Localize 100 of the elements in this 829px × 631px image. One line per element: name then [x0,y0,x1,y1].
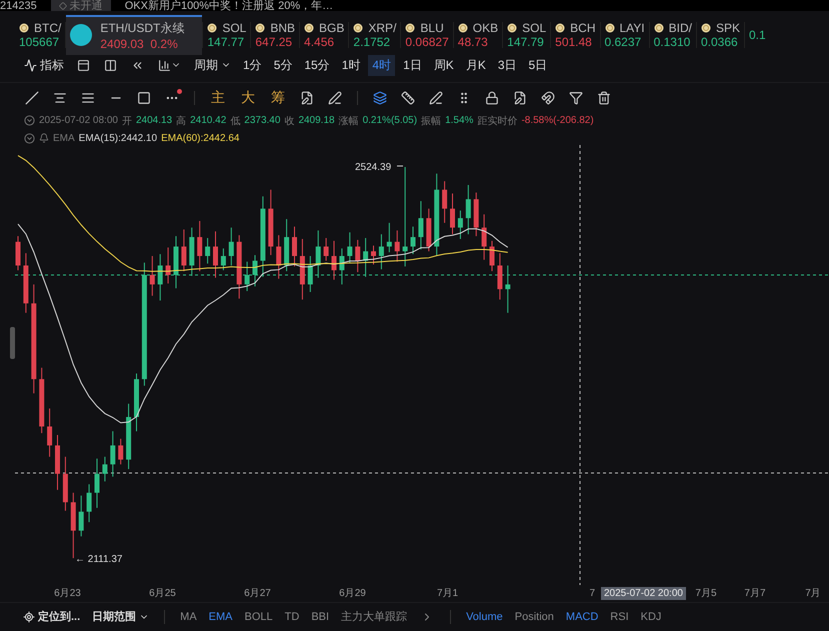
interval-tab[interactable]: 15分 [300,54,334,76]
ema-value: EMA(15):2442.10 [78,132,158,144]
candlestick [308,255,313,292]
candlestick [332,240,336,280]
candlestick [47,408,52,458]
candlestick [197,220,202,272]
candlestick [220,248,226,270]
collapse-icon[interactable] [24,132,35,144]
indicator-tab[interactable]: TD [282,608,302,625]
indicator-tab[interactable]: RSI [607,608,632,625]
candlestick [276,234,282,279]
chart-icon [24,58,37,72]
panel-handle[interactable] [10,326,15,359]
interval-tab[interactable]: 1时 [338,54,364,76]
coin-icon [207,23,218,34]
ticker-tab[interactable]: BLU 0.06827 [401,15,453,55]
interval-tab[interactable]: 3日 [494,54,521,76]
candlestick [450,192,455,234]
ticker-tab[interactable]: BNB 647.25 [251,15,300,55]
candlestick [386,222,392,252]
interval-tab[interactable]: 1日 [399,54,426,76]
indicator-tab[interactable]: BOLL [242,608,276,625]
interval-tab[interactable]: 1分 [239,54,266,76]
candlestick [442,180,448,224]
candlestick [102,456,108,482]
axis-label: 6月29 [338,587,367,600]
indicator-tab[interactable]: 主力大单跟踪 [338,607,410,626]
coin-icon [353,23,364,34]
candlestick [490,240,494,272]
ohlc-value: -8.58%(-206.82) [521,115,594,126]
indicator-tab[interactable]: MA [177,608,200,625]
ohlc-label: 开 [122,114,132,128]
indicator-shortcut[interactable]: 大 [235,87,261,110]
indicator-button[interactable]: 指标 [20,54,68,76]
ticker-tab[interactable]: BID/ 0.1310 [650,15,696,55]
crosshair-time-label: 2025-07-02 20:00 [601,586,686,600]
period-menu[interactable]: 周期 [190,54,235,76]
bell-icon[interactable] [39,133,49,144]
candlestick [410,226,416,254]
ticker-tab[interactable]: BTC/ 105667 [15,15,66,55]
candlestick [94,458,100,508]
ticker-tab[interactable]: SOL 147.79 [503,15,550,55]
coin-icon [405,23,416,34]
interval-tab[interactable]: 5日 [524,54,552,76]
candlestick [497,252,502,300]
candlestick [268,188,274,256]
ticker-tab[interactable]: 0.1 [744,15,770,55]
candlestick [300,238,305,300]
indicator-tab[interactable]: MACD [562,608,602,625]
candlestick [126,402,132,470]
coin-icon [304,23,314,34]
candlestick [181,228,186,272]
ticker-tab[interactable]: ETH/USDT永续 2409.03 0.2% [66,15,202,55]
ohlc-label: 低 [230,114,240,128]
indicator-tab[interactable]: BBI [308,608,332,625]
candlestick [86,483,92,522]
coin-icon [70,24,92,46]
date-range-menu[interactable]: 日期范围 [89,607,152,626]
ticker-tab[interactable]: SOL 147.77 [203,15,250,55]
interval-tab[interactable]: 5分 [270,54,296,76]
collapse-icon[interactable] [24,115,35,126]
indicator-shortcut[interactable]: 主 [205,87,231,110]
ohlc-label: 收 [284,114,294,128]
indicator-tab[interactable]: Position [512,608,557,625]
candlestick [371,244,376,265]
candlestick [355,239,360,272]
ticker-tab[interactable]: SPK 0.0366 [696,15,744,55]
ticker-tab[interactable]: BCH 501.48 [551,15,600,55]
candlestick [394,230,400,262]
ticker-tab[interactable]: BGB 4.456 [300,15,348,55]
status-badge: 未开通 [50,0,111,12]
candlestick [62,456,68,511]
interval-tab[interactable]: 周K [430,54,458,76]
coin-icon [654,23,664,34]
candlestick [378,233,384,270]
ohlc-value: 2410.42 [190,115,226,126]
ticker-tab[interactable]: XRP/ 2.1752 [349,15,400,55]
ema-value: EMA(60):2442.64 [161,132,240,144]
ticker-tab[interactable]: OKB 48.73 [454,15,502,55]
interval-tab[interactable]: 月K [462,54,490,76]
indicator-shortcut[interactable]: 筹 [265,87,291,110]
candlestick [236,234,242,299]
candlestick [418,200,424,250]
locate-icon [23,610,35,623]
candlestick [316,230,321,278]
candlestick [16,235,20,270]
ticker-tab[interactable]: LAYI 0.6237 [600,15,649,55]
indicator-tab[interactable]: KDJ [638,608,664,625]
locate-button[interactable]: 定位到... [20,607,84,626]
ohlc-value: 2404.13 [136,115,172,126]
ticker-value: 214235 [0,0,37,12]
axis-label: 7 [588,588,596,599]
candlestick [363,237,368,278]
candlestick [110,430,116,477]
candlestick [426,208,432,252]
interval-tab[interactable]: 4时 [368,54,396,76]
axis-label: 6月25 [148,587,177,600]
indicator-tab[interactable]: EMA [206,608,236,625]
indicator-tab[interactable]: Volume [463,608,506,625]
coin-icon [700,23,711,34]
